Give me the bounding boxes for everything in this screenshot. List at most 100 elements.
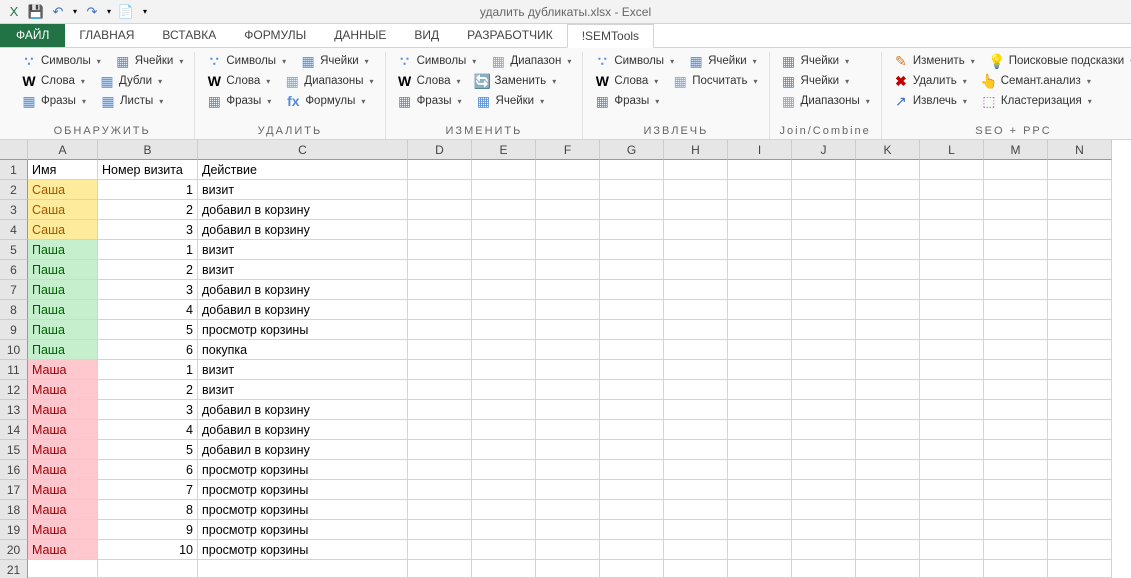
cell-H14[interactable] <box>664 420 728 440</box>
cell-N1[interactable] <box>1048 160 1112 180</box>
cell-L11[interactable] <box>920 360 984 380</box>
cell-N14[interactable] <box>1048 420 1112 440</box>
cell-I11[interactable] <box>728 360 792 380</box>
ribbon-btn-фразы[interactable]: ▦Фразы <box>18 92 89 110</box>
cell-D1[interactable] <box>408 160 472 180</box>
cell-B13[interactable]: 3 <box>98 400 198 420</box>
cell-H7[interactable] <box>664 280 728 300</box>
cell-G17[interactable] <box>600 480 664 500</box>
ribbon-btn-поисковые подсказки[interactable]: 💡Поисковые подсказки <box>986 52 1131 70</box>
cell-K11[interactable] <box>856 360 920 380</box>
cell-F14[interactable] <box>536 420 600 440</box>
cell-N16[interactable] <box>1048 460 1112 480</box>
cell-A20[interactable]: Маша <box>28 540 98 560</box>
excel-icon[interactable]: X <box>4 2 24 22</box>
cell-M18[interactable] <box>984 500 1048 520</box>
cell-K18[interactable] <box>856 500 920 520</box>
cell-C15[interactable]: добавил в корзину <box>198 440 408 460</box>
cell-M14[interactable] <box>984 420 1048 440</box>
cell-B15[interactable]: 5 <box>98 440 198 460</box>
cell-N21[interactable] <box>1048 560 1112 578</box>
ribbon-btn-слова[interactable]: WСлова <box>394 72 464 90</box>
cell-E15[interactable] <box>472 440 536 460</box>
cell-D16[interactable] <box>408 460 472 480</box>
ribbon-btn-диапазоны[interactable]: ▦Диапазоны <box>778 92 873 110</box>
cell-G11[interactable] <box>600 360 664 380</box>
cell-F9[interactable] <box>536 320 600 340</box>
cell-C7[interactable]: добавил в корзину <box>198 280 408 300</box>
ribbon-btn-семант.анализ[interactable]: 👆Семант.анализ <box>978 72 1094 90</box>
cell-G20[interactable] <box>600 540 664 560</box>
cell-F6[interactable] <box>536 260 600 280</box>
cell-M17[interactable] <box>984 480 1048 500</box>
cell-L8[interactable] <box>920 300 984 320</box>
cell-E8[interactable] <box>472 300 536 320</box>
cell-L12[interactable] <box>920 380 984 400</box>
cell-G10[interactable] <box>600 340 664 360</box>
cell-J11[interactable] <box>792 360 856 380</box>
cell-C18[interactable]: просмотр корзины <box>198 500 408 520</box>
cell-A7[interactable]: Паша <box>28 280 98 300</box>
tab-вставка[interactable]: ВСТАВКА <box>148 24 230 47</box>
cell-K6[interactable] <box>856 260 920 280</box>
cell-I13[interactable] <box>728 400 792 420</box>
cell-J10[interactable] <box>792 340 856 360</box>
ribbon-btn-символы[interactable]: ∵Символы <box>203 52 289 70</box>
cell-H6[interactable] <box>664 260 728 280</box>
cell-L10[interactable] <box>920 340 984 360</box>
cell-K3[interactable] <box>856 200 920 220</box>
cell-J6[interactable] <box>792 260 856 280</box>
cell-D10[interactable] <box>408 340 472 360</box>
row-header-5[interactable]: 5 <box>0 240 28 260</box>
cell-F18[interactable] <box>536 500 600 520</box>
cell-M15[interactable] <box>984 440 1048 460</box>
cell-L3[interactable] <box>920 200 984 220</box>
column-header-E[interactable]: E <box>472 140 536 160</box>
cell-H15[interactable] <box>664 440 728 460</box>
column-header-C[interactable]: C <box>198 140 408 160</box>
tab-вид[interactable]: ВИД <box>400 24 453 47</box>
ribbon-btn-символы[interactable]: ∵Символы <box>394 52 480 70</box>
cell-I9[interactable] <box>728 320 792 340</box>
cell-K5[interactable] <box>856 240 920 260</box>
cell-E16[interactable] <box>472 460 536 480</box>
ribbon-btn-фразы[interactable]: ▦Фразы <box>591 92 662 110</box>
cell-N13[interactable] <box>1048 400 1112 420</box>
cell-I7[interactable] <box>728 280 792 300</box>
cell-H3[interactable] <box>664 200 728 220</box>
cell-H20[interactable] <box>664 540 728 560</box>
cell-M2[interactable] <box>984 180 1048 200</box>
cell-F5[interactable] <box>536 240 600 260</box>
cell-F12[interactable] <box>536 380 600 400</box>
row-header-14[interactable]: 14 <box>0 420 28 440</box>
cell-G14[interactable] <box>600 420 664 440</box>
cell-N15[interactable] <box>1048 440 1112 460</box>
ribbon-btn-слова[interactable]: WСлова <box>591 72 661 90</box>
qat-customize-icon[interactable]: ▾ <box>138 2 152 22</box>
cell-I3[interactable] <box>728 200 792 220</box>
tab-данные[interactable]: ДАННЫЕ <box>320 24 400 47</box>
row-header-4[interactable]: 4 <box>0 220 28 240</box>
column-header-A[interactable]: A <box>28 140 98 160</box>
cell-F20[interactable] <box>536 540 600 560</box>
cell-K7[interactable] <box>856 280 920 300</box>
cell-E9[interactable] <box>472 320 536 340</box>
cell-G6[interactable] <box>600 260 664 280</box>
column-header-B[interactable]: B <box>98 140 198 160</box>
cell-A4[interactable]: Саша <box>28 220 98 240</box>
cell-K13[interactable] <box>856 400 920 420</box>
cell-I21[interactable] <box>728 560 792 578</box>
cell-J15[interactable] <box>792 440 856 460</box>
cell-L6[interactable] <box>920 260 984 280</box>
ribbon-btn-ячейки[interactable]: ▦Ячейки <box>778 52 853 70</box>
cell-I14[interactable] <box>728 420 792 440</box>
cell-C2[interactable]: визит <box>198 180 408 200</box>
row-header-20[interactable]: 20 <box>0 540 28 560</box>
cell-N6[interactable] <box>1048 260 1112 280</box>
column-header-L[interactable]: L <box>920 140 984 160</box>
cell-J2[interactable] <box>792 180 856 200</box>
cell-G1[interactable] <box>600 160 664 180</box>
cell-A5[interactable]: Паша <box>28 240 98 260</box>
cell-D2[interactable] <box>408 180 472 200</box>
cell-M10[interactable] <box>984 340 1048 360</box>
